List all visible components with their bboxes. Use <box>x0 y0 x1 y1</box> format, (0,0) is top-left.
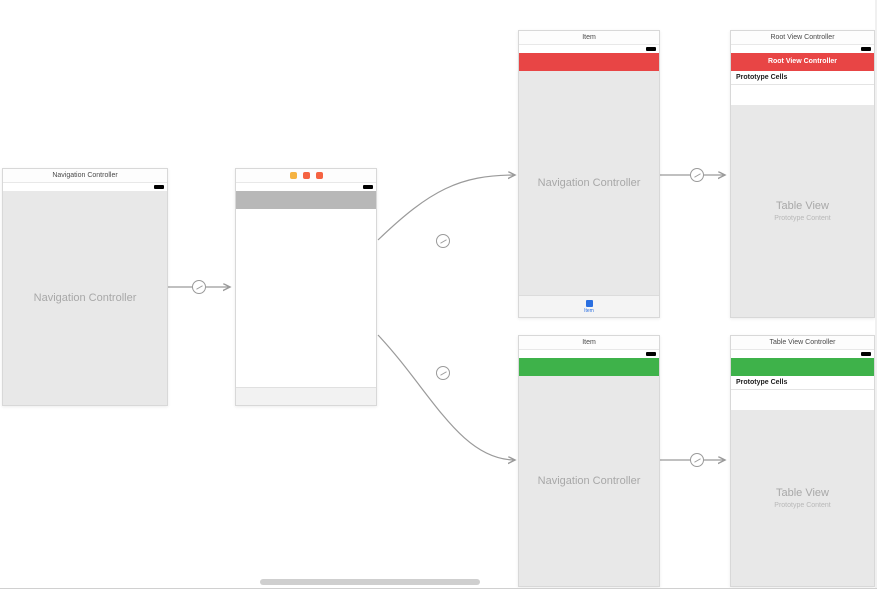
scene-navigation-controller-red[interactable]: Item Navigation Controller Item <box>518 30 660 318</box>
scene-title: Root View Controller <box>731 31 874 45</box>
scene-body: Navigation Controller <box>519 71 659 295</box>
navigation-bar <box>731 358 874 376</box>
scene-title: Navigation Controller <box>3 169 167 183</box>
battery-icon <box>154 185 164 189</box>
placeholder-label: Table View <box>774 487 830 499</box>
status-bar <box>731 350 874 358</box>
segue-relationship-icon[interactable] <box>192 280 206 294</box>
segue-relationship-icon[interactable] <box>436 234 450 248</box>
toolbar <box>236 387 376 405</box>
battery-icon <box>646 47 656 51</box>
navigation-bar <box>519 53 659 71</box>
horizontal-scrollbar[interactable] <box>260 579 480 585</box>
exit-icon <box>316 172 323 179</box>
battery-icon <box>363 185 373 189</box>
placeholder-label: Navigation Controller <box>538 475 641 487</box>
tab-item-icon <box>586 300 593 307</box>
scene-title <box>236 169 376 183</box>
status-bar <box>731 45 874 53</box>
storyboard-canvas[interactable]: Navigation Controller Navigation Control… <box>0 0 877 589</box>
prototype-cells-header: Prototype Cells <box>731 376 874 390</box>
prototype-cell[interactable] <box>731 85 874 105</box>
scene-body: Navigation Controller <box>3 191 167 405</box>
battery-icon <box>861 47 871 51</box>
placeholder-label: Table View <box>774 200 830 212</box>
scene-body <box>236 209 376 387</box>
scene-navigation-controller-1[interactable]: Navigation Controller Navigation Control… <box>2 168 168 406</box>
prototype-cell[interactable] <box>731 390 874 410</box>
status-bar <box>236 183 376 191</box>
status-bar <box>3 183 167 191</box>
tab-item-label: Item <box>584 308 594 314</box>
table-view-body: Table View Prototype Content <box>731 105 874 317</box>
battery-icon <box>861 352 871 356</box>
vc-icon <box>290 172 297 179</box>
scene-tab-bar-controller[interactable] <box>235 168 377 406</box>
battery-icon <box>646 352 656 356</box>
prototype-cells-header: Prototype Cells <box>731 71 874 85</box>
scene-body: Navigation Controller <box>519 376 659 586</box>
placeholder-label: Navigation Controller <box>538 177 641 189</box>
navigation-bar <box>519 358 659 376</box>
status-bar <box>519 350 659 358</box>
segue-relationship-icon[interactable] <box>690 168 704 182</box>
scene-title: Table View Controller <box>731 336 874 350</box>
segue-relationship-icon[interactable] <box>436 366 450 380</box>
placeholder-sublabel: Prototype Content <box>774 502 830 509</box>
placeholder-label: Navigation Controller <box>34 292 137 304</box>
status-bar <box>519 45 659 53</box>
tab-bar: Item <box>519 295 659 317</box>
first-responder-icon <box>303 172 310 179</box>
scene-title: Item <box>519 336 659 350</box>
scene-navigation-controller-green[interactable]: Item Navigation Controller <box>518 335 660 587</box>
segue-relationship-icon[interactable] <box>690 453 704 467</box>
scene-title: Item <box>519 31 659 45</box>
table-view-body: Table View Prototype Content <box>731 410 874 586</box>
scene-table-view-controller-green[interactable]: Table View Controller Prototype Cells Ta… <box>730 335 875 587</box>
navigation-bar <box>236 191 376 209</box>
navigation-bar: Root View Controller <box>731 53 874 71</box>
scene-root-view-controller-red[interactable]: Root View Controller Root View Controlle… <box>730 30 875 318</box>
placeholder-sublabel: Prototype Content <box>774 215 830 222</box>
